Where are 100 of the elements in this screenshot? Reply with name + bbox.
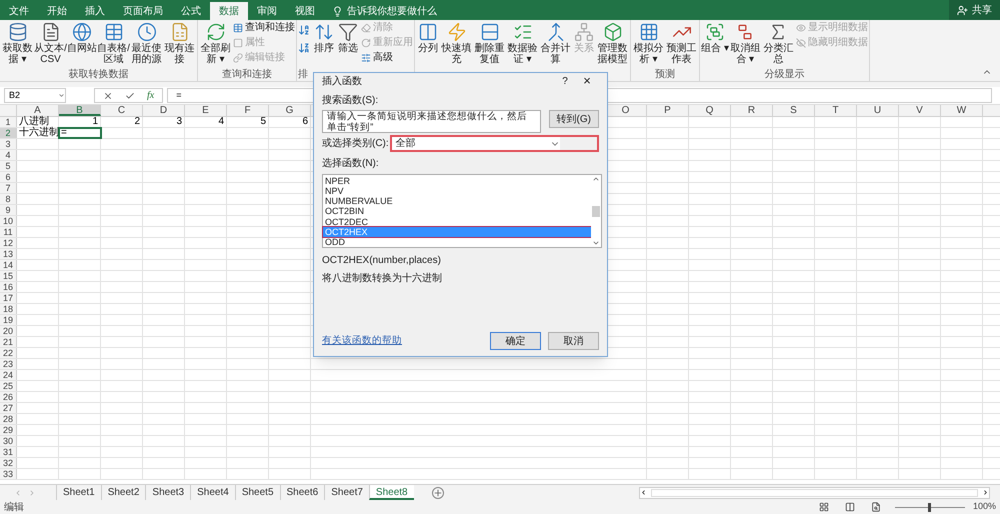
- row-header[interactable]: 26: [0, 392, 17, 402]
- ribbon-button[interactable]: 组合 ▾: [701, 22, 729, 54]
- column-header[interactable]: F: [227, 105, 269, 116]
- ribbon-button[interactable]: 数据验证 ▾: [506, 22, 539, 65]
- row-header[interactable]: 27: [0, 403, 17, 413]
- row-header[interactable]: 24: [0, 370, 17, 380]
- ribbon-button[interactable]: 现有连接: [163, 22, 196, 65]
- ribbon-button[interactable]: 模拟分析 ▾: [632, 22, 665, 65]
- zoom-slider[interactable]: [894, 502, 965, 512]
- sort-descending-icon[interactable]: [298, 42, 310, 54]
- cancel-icon[interactable]: [103, 90, 113, 100]
- column-header[interactable]: G: [269, 105, 311, 116]
- ribbon-button[interactable]: 合并计算: [539, 22, 572, 65]
- row-header[interactable]: 25: [0, 381, 17, 391]
- row-header[interactable]: 8: [0, 194, 17, 204]
- horizontal-scrollbar[interactable]: [638, 486, 990, 498]
- row-header[interactable]: 17: [0, 293, 17, 303]
- ribbon-button[interactable]: 取消组合 ▾: [728, 22, 762, 65]
- ribbon-button[interactable]: 分列: [416, 22, 440, 54]
- page-layout-icon[interactable]: [844, 502, 855, 512]
- column-header[interactable]: R: [731, 105, 773, 116]
- ribbon-tab[interactable]: 插入: [76, 2, 114, 20]
- row-header[interactable]: 9: [0, 205, 17, 215]
- column-header[interactable]: T: [815, 105, 857, 116]
- row-header[interactable]: 1: [0, 117, 17, 127]
- row-header[interactable]: 18: [0, 304, 17, 314]
- ribbon-button[interactable]: 筛选: [336, 22, 360, 54]
- ribbon-button[interactable]: 预测工作表: [665, 22, 698, 65]
- scroll-up-icon[interactable]: [592, 175, 600, 183]
- column-header[interactable]: E: [185, 105, 227, 116]
- function-item[interactable]: NPV: [323, 186, 591, 196]
- name-box[interactable]: B2: [4, 88, 66, 103]
- column-header[interactable]: D: [143, 105, 185, 116]
- ribbon-tab[interactable]: 视图: [286, 2, 324, 20]
- column-header[interactable]: Q: [689, 105, 731, 116]
- share-button[interactable]: 共享: [949, 0, 1000, 20]
- row-header[interactable]: 6: [0, 172, 17, 182]
- row-header[interactable]: 29: [0, 425, 17, 435]
- category-select[interactable]: 全部: [392, 137, 560, 150]
- column-header[interactable]: B: [59, 105, 101, 116]
- column-header[interactable]: U: [857, 105, 899, 116]
- sheet-tab[interactable]: Sheet8: [368, 485, 414, 500]
- cancel-button[interactable]: 取消: [548, 332, 599, 350]
- go-button[interactable]: 转到(G): [548, 110, 599, 128]
- function-item[interactable]: OCT2DEC: [323, 216, 591, 227]
- ribbon-button[interactable]: 快速填充: [440, 22, 473, 65]
- row-header[interactable]: 31: [0, 447, 17, 457]
- row-header[interactable]: 4: [0, 150, 17, 160]
- normal-view-icon[interactable]: [818, 502, 829, 512]
- column-header[interactable]: P: [647, 105, 689, 116]
- close-button[interactable]: ×: [575, 71, 599, 91]
- slider-thumb[interactable]: [928, 502, 932, 512]
- function-item[interactable]: ODD: [323, 236, 591, 247]
- ribbon-button[interactable]: 最近使用的源: [130, 22, 163, 65]
- row-header[interactable]: 23: [0, 359, 17, 369]
- row-header[interactable]: 21: [0, 337, 17, 347]
- row-header[interactable]: 28: [0, 414, 17, 424]
- ribbon-tab[interactable]: 页面布局: [114, 2, 172, 20]
- row-header[interactable]: 15: [0, 271, 17, 281]
- ribbon-button[interactable]: 排序: [312, 22, 336, 54]
- row-header[interactable]: 5: [0, 161, 17, 171]
- row-header[interactable]: 14: [0, 260, 17, 270]
- row-header[interactable]: 7: [0, 183, 17, 193]
- row-header[interactable]: 33: [0, 469, 17, 479]
- ribbon-tab[interactable]: 文件: [0, 2, 38, 20]
- ribbon-button[interactable]: 分类汇总: [762, 22, 795, 65]
- row-header[interactable]: 12: [0, 238, 17, 248]
- ribbon-button[interactable]: 高级: [361, 52, 413, 64]
- ribbon-button[interactable]: 查询和连接: [233, 22, 295, 34]
- function-item[interactable]: OCT2BIN: [323, 206, 591, 217]
- function-icon[interactable]: fx: [147, 88, 154, 103]
- row-header[interactable]: 11: [0, 227, 17, 237]
- scrollbar-thumb[interactable]: [592, 206, 600, 216]
- row-header[interactable]: 19: [0, 315, 17, 325]
- ribbon-button[interactable]: 自网站: [67, 22, 97, 54]
- sort-ascending-icon[interactable]: [298, 24, 310, 36]
- ribbon-button[interactable]: 获取数据 ▾: [1, 22, 34, 65]
- ribbon-button[interactable]: 管理数据模型: [596, 22, 629, 65]
- row-header[interactable]: 30: [0, 436, 17, 446]
- row-header[interactable]: 2: [0, 128, 17, 138]
- row-header[interactable]: 22: [0, 348, 17, 358]
- scroll-left-icon[interactable]: [640, 489, 647, 496]
- add-sheet-icon[interactable]: [432, 486, 444, 498]
- ribbon-button[interactable]: 删除重复值: [473, 22, 506, 65]
- ribbon-tab[interactable]: 数据: [210, 2, 248, 20]
- help-link[interactable]: 有关该函数的帮助: [322, 334, 490, 348]
- function-item[interactable]: NPER: [323, 176, 591, 186]
- column-header[interactable]: S: [773, 105, 815, 116]
- row-header[interactable]: 32: [0, 458, 17, 468]
- ribbon-button[interactable]: 自表格/区域: [97, 22, 130, 65]
- ok-button[interactable]: 确定: [490, 332, 541, 350]
- list-scrollbar[interactable]: [591, 175, 601, 247]
- column-header[interactable]: V: [899, 105, 941, 116]
- scroll-down-icon[interactable]: [592, 239, 600, 247]
- row-header[interactable]: 20: [0, 326, 17, 336]
- row-header[interactable]: 3: [0, 139, 17, 149]
- ribbon-tab[interactable]: 审阅: [248, 2, 286, 20]
- ribbon-button[interactable]: 全部刷新 ▾: [199, 22, 232, 65]
- column-header[interactable]: C: [101, 105, 143, 116]
- ribbon-button[interactable]: 从文本/CSV: [34, 22, 67, 65]
